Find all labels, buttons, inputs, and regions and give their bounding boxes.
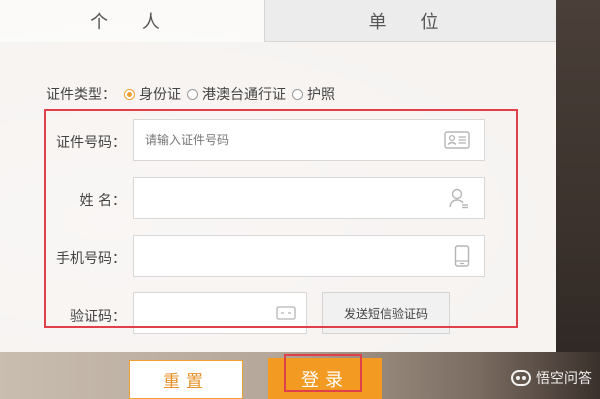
chat-logo-icon xyxy=(511,370,531,386)
background-right xyxy=(556,0,600,399)
radio-label-hk-macau-taiwan[interactable]: 港澳台通行证 xyxy=(202,84,286,104)
radio-id-card[interactable] xyxy=(124,88,135,100)
tab-company[interactable]: 单 位 xyxy=(264,0,556,42)
id-type-row: 证件类型： 身份证 港澳台通行证 护照 xyxy=(46,84,335,104)
highlight-box-login xyxy=(284,354,362,392)
radio-passport[interactable] xyxy=(292,88,303,100)
radio-label-id-card[interactable]: 身份证 xyxy=(139,84,181,104)
reset-button[interactable]: 重置 xyxy=(129,360,243,399)
highlight-box-form xyxy=(44,109,518,328)
tab-personal[interactable]: 个 人 xyxy=(0,0,264,42)
radio-hk-macau-taiwan[interactable] xyxy=(187,88,198,100)
watermark: 悟空问答 xyxy=(511,367,592,389)
id-type-label: 证件类型： xyxy=(46,87,116,103)
radio-label-passport[interactable]: 护照 xyxy=(307,84,335,104)
login-panel: 个 人 单 位 证件类型： 身份证 港澳台通行证 护照 证件号码： 姓 名： xyxy=(0,0,556,352)
watermark-text: 悟空问答 xyxy=(536,371,592,387)
